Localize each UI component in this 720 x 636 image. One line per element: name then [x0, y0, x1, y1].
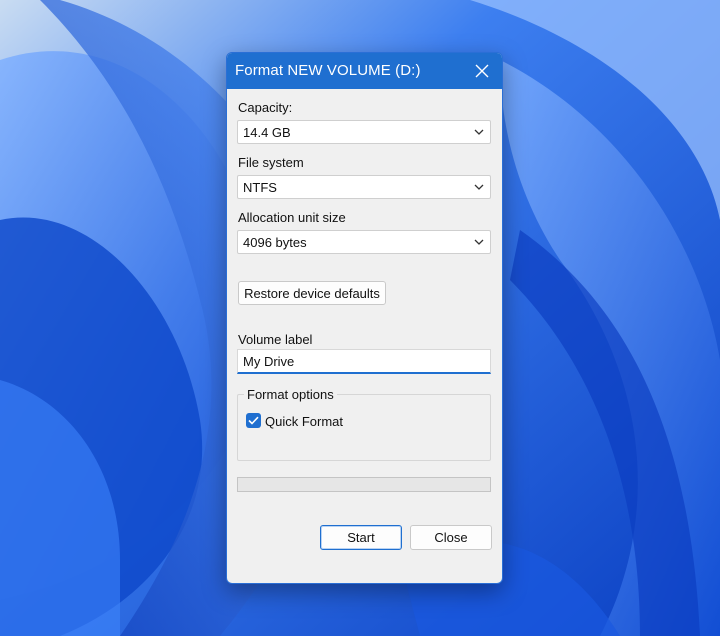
close-window-button[interactable] [462, 53, 502, 89]
volume-label-value: My Drive [243, 354, 295, 369]
title-bar: Format NEW VOLUME (D:) [227, 53, 502, 89]
dialog-title: Format NEW VOLUME (D:) [235, 62, 421, 79]
allocation-unit-select[interactable]: 4096 bytes [237, 230, 491, 254]
capacity-label: Capacity: [238, 100, 293, 115]
close-button[interactable]: Close [410, 525, 492, 550]
quick-format-label: Quick Format [265, 414, 344, 429]
format-progress-bar [237, 477, 491, 492]
capacity-select[interactable]: 14.4 GB [237, 120, 491, 144]
close-icon [475, 64, 489, 78]
format-options-group: Format options Quick Format [237, 387, 491, 461]
checkmark-icon [248, 416, 259, 425]
restore-defaults-button[interactable]: Restore device defaults [238, 281, 386, 305]
format-options-legend: Format options [244, 387, 337, 402]
format-dialog: Format NEW VOLUME (D:) Capacity: 14.4 GB… [226, 52, 503, 584]
file-system-label: File system [238, 155, 304, 170]
file-system-select[interactable]: NTFS [237, 175, 491, 199]
capacity-value: 14.4 GB [243, 125, 291, 140]
file-system-value: NTFS [243, 180, 277, 195]
chevron-down-icon [474, 129, 484, 135]
allocation-unit-value: 4096 bytes [243, 235, 307, 250]
start-button[interactable]: Start [320, 525, 402, 550]
volume-label-label: Volume label [238, 332, 313, 347]
quick-format-checkbox[interactable] [246, 413, 261, 428]
volume-label-input[interactable]: My Drive [237, 349, 491, 374]
chevron-down-icon [474, 184, 484, 190]
chevron-down-icon [474, 239, 484, 245]
allocation-unit-label: Allocation unit size [238, 210, 346, 225]
